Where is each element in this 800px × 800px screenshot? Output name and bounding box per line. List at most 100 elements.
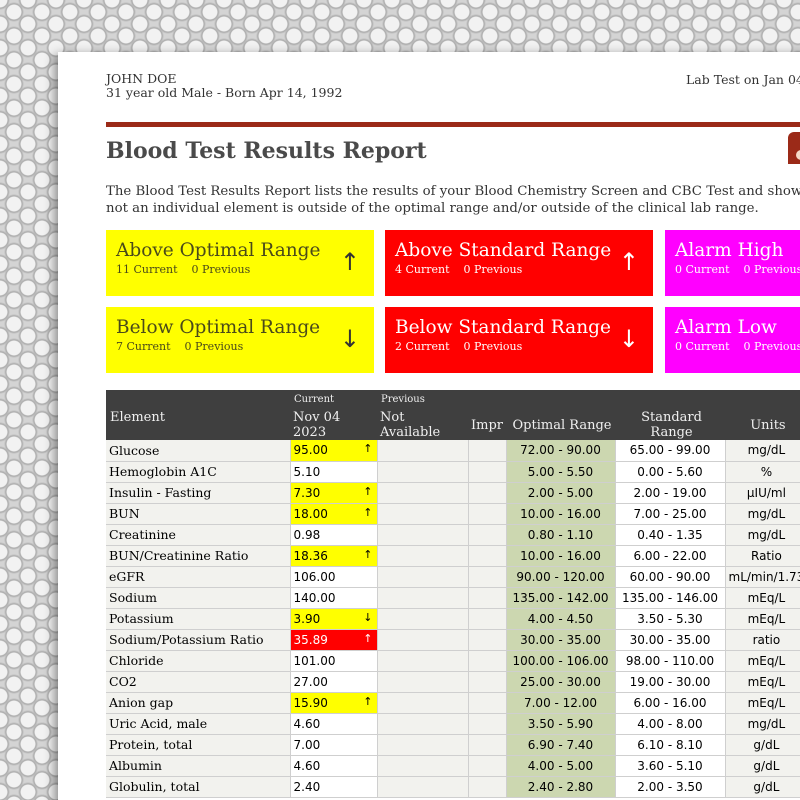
report-page: JOHN DOE 31 year old Male - Born Apr 14,… <box>58 52 800 800</box>
table-row: Anion gap 15.90 ↑ 7.00 - 12.00 6.00 - 16.00 m… <box>106 692 800 714</box>
units: mg/dL <box>725 440 800 462</box>
element-name: Chloride <box>106 650 291 672</box>
card-current-count: 11 Current <box>116 263 178 276</box>
previous-value <box>377 650 469 672</box>
current-value: 101.00 <box>290 650 378 672</box>
standard-range: 6.10 - 8.10 <box>615 734 726 756</box>
element-name: Globulin, total <box>106 776 291 798</box>
table-row: Hemoglobin A1C 5.10 5.00 - 5.50 0.00 - 5.60… <box>106 461 800 483</box>
card-current-count: 0 Current <box>675 340 730 353</box>
col-header-current: Current <box>290 390 377 410</box>
current-value: 4.60 <box>290 713 378 735</box>
card-counts: 2 Current 0 Previous <box>395 340 643 353</box>
current-value: 18.00 ↑ <box>290 503 378 525</box>
arrow-down-icon: ↓ <box>618 325 639 353</box>
table-row: BUN/Creatinine Ratio 18.36 ↑ 10.00 - 16.00 6… <box>106 545 800 567</box>
current-value-text: 95.00 <box>293 443 328 458</box>
units: mg/dL <box>725 713 800 735</box>
arrow-up-icon: ↑ <box>363 442 373 455</box>
standard-range: 65.00 - 99.00 <box>615 440 726 462</box>
current-value-text: 27.00 <box>293 674 328 689</box>
card-counts: 11 Current 0 Previous <box>116 263 364 276</box>
card-previous-count: 0 Previous <box>743 263 800 276</box>
col-header-units: Units <box>725 410 800 440</box>
card-title: Above Standard Range <box>395 240 612 261</box>
card-current-count: 7 Current <box>116 340 171 353</box>
arrow-up-icon: ↑ <box>363 505 373 519</box>
previous-value <box>377 713 469 735</box>
previous-value <box>377 503 469 525</box>
results-grid: Element Current Previous Nov 04 2023 Not… <box>106 390 800 798</box>
standard-range: 2.00 - 3.50 <box>615 776 726 798</box>
arrow-up-icon: ↑ <box>363 631 373 645</box>
previous-value <box>377 608 469 630</box>
optimal-range: 5.00 - 5.50 <box>506 461 616 483</box>
current-value-text: 18.36 <box>293 548 328 563</box>
element-name: CO2 <box>106 671 291 693</box>
patient-info: JOHN DOE 31 year old Male - Born Apr 14,… <box>106 72 342 100</box>
arrow-up-icon: ↑ <box>618 248 639 276</box>
units: µIU/ml <box>725 482 800 504</box>
table-row: BUN 18.00 ↑ 10.00 - 16.00 7.00 - 25.00 mg/dL <box>106 503 800 525</box>
current-value: 7.00 <box>290 734 378 756</box>
improvement-cell <box>468 692 507 714</box>
element-name: BUN/Creatinine Ratio <box>106 545 291 567</box>
previous-value <box>377 482 469 504</box>
improvement-cell <box>468 440 507 462</box>
card-title: Below Optimal Range <box>116 317 321 338</box>
current-value-text: 140.00 <box>293 590 336 605</box>
current-value: 2.40 <box>290 776 378 798</box>
table-row: Chloride 101.00 100.00 - 106.00 98.00 - 110… <box>106 650 800 672</box>
units: g/dL <box>725 734 800 756</box>
patient-name: JOHN DOE <box>106 71 177 86</box>
current-value-text: 2.40 <box>293 779 321 794</box>
card-above-standard[interactable]: Above Standard Range 4 Current 0 Previous ↑ <box>385 230 653 296</box>
previous-value <box>377 776 469 798</box>
table-row: Globulin, total 2.40 2.40 - 2.80 2.00 - 3.5… <box>106 776 800 798</box>
current-value-text: 3.90 <box>293 611 321 626</box>
col-header-element: Element <box>106 390 290 440</box>
previous-value <box>377 692 469 714</box>
lab-test-date: Lab Test on Jan 04, 20 <box>686 72 800 87</box>
card-below-optimal[interactable]: Below Optimal Range 7 Current 0 Previous ↓ <box>106 307 374 373</box>
optimal-range: 72.00 - 90.00 <box>506 440 616 462</box>
optimal-range: 3.50 - 5.90 <box>506 713 616 735</box>
units: mEq/L <box>725 692 800 714</box>
arrow-up-icon: ↑ <box>363 484 373 498</box>
improvement-cell <box>468 734 507 756</box>
standard-range: 30.00 - 35.00 <box>615 629 726 651</box>
card-previous-count: 0 Previous <box>191 263 251 276</box>
arrow-down-icon: ↓ <box>363 610 373 624</box>
improvement-cell <box>468 545 507 567</box>
improvement-cell <box>468 776 507 798</box>
current-value-text: 35.89 <box>293 632 328 647</box>
standard-range: 3.60 - 5.10 <box>615 755 726 777</box>
improvement-cell <box>468 755 507 777</box>
card-alarm-low[interactable]: Alarm Low 0 Current 0 Previous <box>665 307 800 373</box>
card-above-optimal[interactable]: Above Optimal Range 11 Current 0 Previous ↑ <box>106 230 374 296</box>
current-value-text: 18.00 <box>293 506 328 521</box>
optimal-range: 4.00 - 4.50 <box>506 608 616 630</box>
previous-value <box>377 755 469 777</box>
previous-value <box>377 524 469 546</box>
improvement-cell <box>468 713 507 735</box>
standard-range: 6.00 - 22.00 <box>615 545 726 567</box>
improvement-cell <box>468 482 507 504</box>
units: g/dL <box>725 776 800 798</box>
arrow-up-icon: ↑ <box>363 694 373 708</box>
card-alarm-high[interactable]: Alarm High 0 Current 0 Previous <box>665 230 800 296</box>
standard-range: 0.00 - 5.60 <box>615 461 726 483</box>
current-value: 27.00 <box>290 671 378 693</box>
current-value: 140.00 <box>290 587 378 609</box>
card-below-standard[interactable]: Below Standard Range 2 Current 0 Previous ↓ <box>385 307 653 373</box>
current-value-text: 15.90 <box>293 695 328 710</box>
results-table: Element Current Previous Nov 04 2023 Not… <box>106 390 800 798</box>
improvement-cell <box>468 566 507 588</box>
card-counts: 4 Current 0 Previous <box>395 263 643 276</box>
units: mEq/L <box>725 671 800 693</box>
current-value: 5.10 <box>290 461 378 483</box>
report-intro: The Blood Test Results Report lists the … <box>106 183 800 217</box>
element-name: Anion gap <box>106 692 291 714</box>
previous-value <box>377 629 469 651</box>
standard-range: 2.00 - 19.00 <box>615 482 726 504</box>
